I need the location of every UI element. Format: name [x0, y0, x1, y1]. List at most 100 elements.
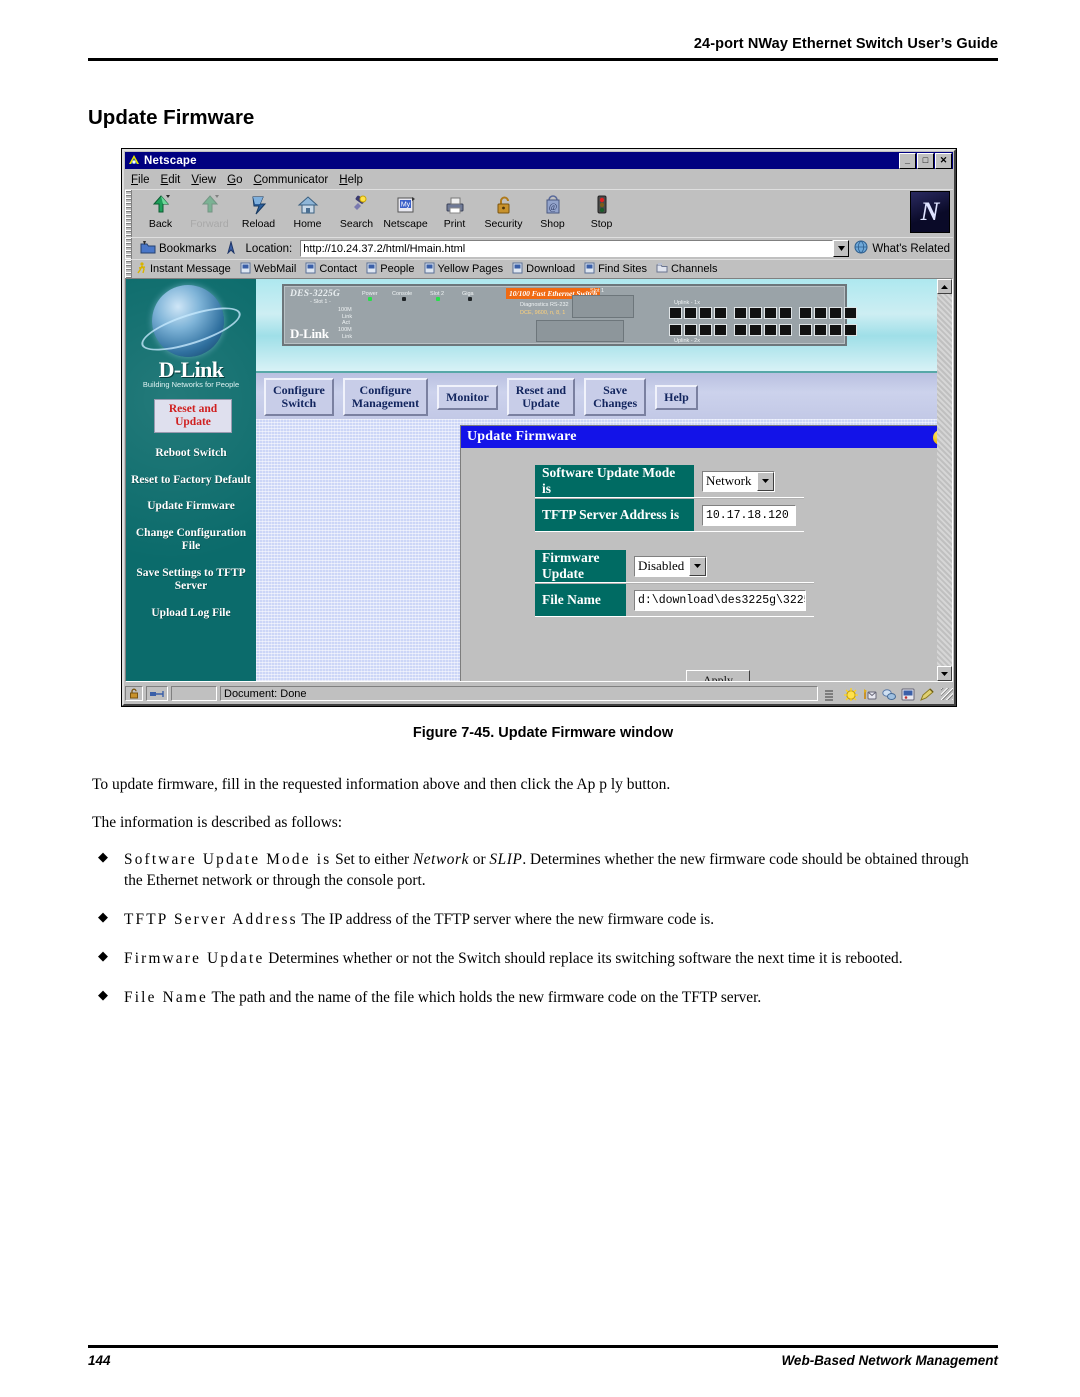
search-button[interactable]: Search — [332, 192, 381, 230]
reload-button-label: Reload — [241, 218, 276, 230]
personal-item-download[interactable]: Download — [512, 262, 575, 277]
sidebar-item-reset-to-factory-default[interactable]: Reset to Factory Default — [126, 474, 256, 488]
security-button[interactable]: Security — [479, 192, 528, 230]
form-row-file-name: File Name d:\download\des3225g\3225_run. — [535, 584, 814, 617]
sidebar-item-update-firmware[interactable]: Update Firmware — [126, 500, 256, 514]
personal-item-channels[interactable]: Channels — [656, 262, 717, 277]
menu-item-edit[interactable]: Edit — [161, 174, 181, 186]
sidebar-item-save-settings-to-tftp-server[interactable]: Save Settings to TFTP Server — [126, 567, 256, 594]
menu-item-view[interactable]: View — [191, 174, 216, 186]
url-input[interactable]: http://10.24.37.2/html/Hmain.html — [300, 240, 834, 257]
chevron-down-icon[interactable] — [756, 471, 774, 491]
menu-item-file[interactable]: File — [131, 174, 150, 186]
personal-item-people[interactable]: People — [366, 262, 415, 277]
personal-item-yellow-pages[interactable]: Yellow Pages — [424, 262, 503, 277]
chevron-down-icon[interactable] — [833, 240, 850, 257]
component-bar-grip[interactable] — [825, 688, 839, 701]
chevron-down-icon[interactable] — [689, 556, 707, 576]
body-paragraph-2: The information is described as follows: — [92, 814, 343, 831]
personal-item-contact[interactable]: Contact — [305, 262, 357, 277]
online-connector-icon[interactable] — [146, 686, 168, 701]
rj45-port — [814, 324, 827, 336]
personal-item-find-sites[interactable]: Find Sites — [584, 262, 647, 277]
scroll-down-button[interactable] — [937, 666, 952, 681]
personal-item-webmail[interactable]: WebMail — [240, 262, 296, 277]
netscape-browser-window: Netscape _ □ ✕ File Edit View Go Communi… — [121, 148, 957, 707]
sidebar-item-reboot-switch[interactable]: Reboot Switch — [126, 447, 256, 461]
personal-item-label: People — [380, 263, 415, 275]
my-netscape-button-label: Netscape — [383, 218, 428, 230]
header-rule — [88, 58, 998, 61]
window-resize-grip[interactable] — [941, 687, 953, 700]
nav-button-configure-switch[interactable]: Configure Switch — [264, 378, 334, 416]
home-button[interactable]: Home — [283, 192, 332, 230]
bookmarks-button[interactable]: Bookmarks — [136, 240, 221, 257]
padlock-open-icon[interactable] — [125, 686, 143, 701]
home-icon — [296, 192, 320, 218]
shop-button[interactable]: @ Shop — [528, 192, 577, 230]
netscape-brand-logo[interactable]: N — [910, 191, 950, 233]
field-label-firmware-update: Firmware Update — [535, 550, 626, 583]
file-name-input[interactable]: d:\download\des3225g\3225_run. — [634, 589, 806, 611]
menu-item-go[interactable]: Go — [227, 174, 242, 186]
dlink-logo-tagline: Building Networks for People — [142, 380, 240, 389]
print-button[interactable]: Print — [430, 192, 479, 230]
bullet-text: Determines whether or not the Switch sho… — [264, 950, 903, 968]
personal-toolbar-grip[interactable] — [125, 260, 132, 278]
location-toolbar-grip[interactable] — [125, 238, 132, 259]
back-button[interactable]: Back — [136, 192, 185, 230]
menu-item-communicator[interactable]: Communicator — [253, 174, 328, 186]
menu-item-help[interactable]: Help — [339, 174, 363, 186]
forward-button-label: Forward — [190, 218, 229, 230]
maximize-button[interactable]: □ — [917, 152, 934, 169]
switch-label-diagnostics: Diagnostics RS-232 — [520, 302, 569, 308]
reload-button[interactable]: Reload — [234, 192, 283, 230]
page-header-title: 24-port NWay Ethernet Switch User’s Guid… — [693, 36, 998, 52]
personal-toolbar: Instant Message WebMail Contact People Y… — [125, 259, 953, 278]
list-item: ◆ File Name The path and the name of the… — [92, 987, 987, 1008]
my-netscape-button[interactable]: My Netscape — [381, 192, 430, 230]
composer-icon[interactable] — [920, 687, 934, 701]
nav-button-reset-and-update[interactable]: Reset and Update — [506, 378, 576, 416]
navigator-icon[interactable] — [844, 687, 858, 701]
bookmarks-label: Bookmarks — [159, 242, 217, 255]
diamond-bullet-icon: ◆ — [98, 849, 108, 864]
reload-icon — [247, 192, 271, 218]
rj45-port — [734, 307, 747, 319]
personal-item-label: Contact — [319, 263, 358, 275]
software-update-mode-select[interactable]: Network — [702, 470, 775, 492]
tftp-server-address-input[interactable]: 10.17.18.120 — [702, 504, 796, 526]
nav-button-save-changes[interactable]: Save Changes — [584, 378, 647, 416]
whats-related-button[interactable]: What's Related — [849, 240, 953, 257]
mailbox-icon[interactable] — [863, 688, 877, 700]
apply-button[interactable]: Apply — [686, 670, 750, 681]
scroll-up-button[interactable] — [937, 279, 952, 294]
shopping-bag-icon: @ — [541, 192, 565, 218]
sidebar-item-change-configuration-file[interactable]: Change Configuration File — [126, 527, 256, 554]
bullet-text: Set to either — [331, 851, 413, 868]
nav-button-configure-management[interactable]: Configure Management — [342, 378, 429, 416]
field-label-file-name: File Name — [535, 584, 626, 617]
whats-related-label: What's Related — [872, 242, 950, 255]
location-toolbar: Bookmarks Location: http://10.24.37.2/ht… — [125, 237, 953, 259]
page-title: Update Firmware — [88, 106, 255, 129]
firmware-form-group-1: Software Update Mode is Network TFTP Ser… — [535, 465, 804, 532]
close-button[interactable]: ✕ — [935, 152, 952, 169]
sidebar-item-upload-log-file[interactable]: Upload Log File — [126, 607, 256, 621]
nav-button-help[interactable]: Help — [655, 384, 698, 410]
field-label-software-update-mode: Software Update Mode is — [535, 465, 694, 498]
nav-button-monitor[interactable]: Monitor — [437, 384, 498, 410]
firmware-update-select[interactable]: Disabled — [634, 555, 708, 577]
toolbar-grip[interactable] — [125, 190, 132, 237]
content-vertical-scrollbar[interactable] — [937, 279, 952, 681]
newsgroup-icon[interactable] — [882, 688, 896, 700]
sidebar-selected-section: Reset and Update — [154, 399, 232, 433]
forward-arrow-icon — [198, 192, 222, 218]
personal-item-instant-message[interactable]: Instant Message — [136, 261, 231, 277]
address-book-icon[interactable] — [901, 688, 915, 700]
rj45-port — [699, 324, 712, 336]
list-item: ◆ Firmware Update Determines whether or … — [92, 948, 987, 969]
minimize-button[interactable]: _ — [899, 152, 916, 169]
forward-button[interactable]: Forward — [185, 192, 234, 230]
stop-button[interactable]: Stop — [577, 192, 626, 230]
